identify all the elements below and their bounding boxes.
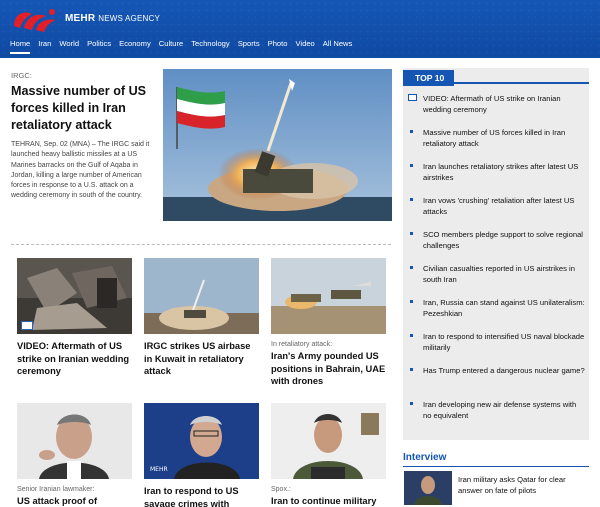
bullet-icon bbox=[410, 266, 413, 269]
news-card[interactable]: Senior Iranian lawmaker: US attack proof… bbox=[17, 403, 132, 507]
bullet-icon bbox=[410, 232, 413, 235]
card-thumbnail[interactable] bbox=[271, 403, 386, 479]
card-title[interactable]: Iran to respond to US savage crimes with bbox=[144, 485, 259, 507]
section-divider bbox=[11, 244, 391, 245]
news-card[interactable]: MEHR Iran to respond to US savage crimes… bbox=[144, 403, 259, 507]
card-kicker: In retaliatory attack: bbox=[271, 341, 333, 348]
card-kicker: Senior Iranian lawmaker: bbox=[17, 486, 95, 493]
list-item[interactable]: Iran developing new air defense systems … bbox=[407, 399, 585, 433]
mehr-logo-icon[interactable] bbox=[10, 6, 58, 32]
brand-title: MEHR bbox=[65, 13, 96, 24]
card-thumbnail[interactable] bbox=[271, 258, 386, 334]
nav-all-news[interactable]: All News bbox=[323, 39, 353, 54]
card-thumbnail[interactable]: MEHR bbox=[144, 403, 259, 479]
svg-text:MEHR: MEHR bbox=[150, 466, 168, 473]
brand-name[interactable]: MEHR NEWS AGENCY bbox=[65, 13, 160, 24]
list-item-label[interactable]: Iran, Russia can stand against US unilat… bbox=[423, 298, 585, 318]
video-icon bbox=[408, 94, 417, 101]
bullet-icon bbox=[410, 368, 413, 371]
top10-label: TOP 10 bbox=[403, 70, 455, 86]
nav-culture[interactable]: Culture bbox=[159, 39, 183, 54]
nav-video[interactable]: Video bbox=[296, 39, 315, 54]
news-card[interactable]: IRGC strikes US airbase in Kuwait in ret… bbox=[144, 258, 259, 378]
news-card[interactable]: VIDEO: Aftermath of US strike on Iranian… bbox=[17, 258, 132, 378]
lead-kicker: IRGC: bbox=[11, 71, 32, 80]
nav-technology[interactable]: Technology bbox=[191, 39, 229, 54]
card-thumbnail[interactable] bbox=[17, 403, 132, 479]
site-header: MEHR NEWS AGENCY Home Iran World Politic… bbox=[0, 0, 600, 58]
list-item-label[interactable]: SCO members pledge support to solve regi… bbox=[423, 230, 583, 250]
list-item-label[interactable]: Iran launches retaliatory strikes after … bbox=[423, 162, 578, 182]
list-item[interactable]: Massive number of US forces killed in Ir… bbox=[407, 127, 585, 161]
list-item[interactable]: SCO members pledge support to solve regi… bbox=[407, 229, 585, 263]
card-kicker: Spox.: bbox=[271, 486, 291, 493]
list-item[interactable]: Civilian casualties reported in US airst… bbox=[407, 263, 585, 297]
list-item[interactable]: Iran launches retaliatory strikes after … bbox=[407, 161, 585, 195]
card-title[interactable]: Iran to continue military bbox=[271, 495, 386, 507]
list-item[interactable]: Iran vows 'crushing' retaliation after l… bbox=[407, 195, 585, 229]
bullet-icon bbox=[410, 164, 413, 167]
news-card[interactable]: Spox.: Iran to continue military bbox=[271, 403, 386, 507]
list-item[interactable]: Iran, Russia can stand against US unilat… bbox=[407, 297, 585, 331]
list-item[interactable]: Iran to respond to intensified US naval … bbox=[407, 331, 585, 365]
news-card[interactable]: In retaliatory attack: Iran's Army pound… bbox=[271, 258, 386, 388]
list-item[interactable]: Has Trump entered a dangerous nuclear ga… bbox=[407, 365, 585, 399]
video-icon bbox=[21, 321, 33, 330]
interview-headline[interactable]: Iran military asks Qatar for clear answe… bbox=[458, 474, 590, 496]
top10-list: VIDEO: Aftermath of US strike on Iranian… bbox=[407, 93, 585, 433]
lead-headline[interactable]: Massive number of US forces killed in Ir… bbox=[11, 83, 161, 134]
card-title[interactable]: IRGC strikes US airbase in Kuwait in ret… bbox=[144, 340, 259, 378]
interview-thumbnail[interactable] bbox=[404, 471, 452, 505]
bullet-icon bbox=[410, 334, 413, 337]
card-title[interactable]: US attack proof of bbox=[17, 495, 132, 507]
bullet-icon bbox=[410, 300, 413, 303]
nav-world[interactable]: World bbox=[59, 39, 79, 54]
card-title[interactable]: VIDEO: Aftermath of US strike on Iranian… bbox=[17, 340, 132, 378]
list-item-label[interactable]: Has Trump entered a dangerous nuclear ga… bbox=[423, 366, 585, 375]
nav-photo[interactable]: Photo bbox=[268, 39, 288, 54]
list-item[interactable]: VIDEO: Aftermath of US strike on Iranian… bbox=[407, 93, 585, 127]
nav-sports[interactable]: Sports bbox=[238, 39, 260, 54]
list-item-label[interactable]: Civilian casualties reported in US airst… bbox=[423, 264, 575, 284]
nav-politics[interactable]: Politics bbox=[87, 39, 111, 54]
top10-header: TOP 10 bbox=[403, 68, 589, 86]
nav-economy[interactable]: Economy bbox=[119, 39, 151, 54]
list-item-label[interactable]: Iran vows 'crushing' retaliation after l… bbox=[423, 196, 574, 216]
interview-divider bbox=[403, 466, 589, 467]
card-title[interactable]: Iran's Army pounded US positions in Bahr… bbox=[271, 350, 386, 388]
bullet-icon bbox=[410, 198, 413, 201]
list-item-label[interactable]: VIDEO: Aftermath of US strike on Iranian… bbox=[423, 94, 561, 114]
nav-home[interactable]: Home bbox=[10, 39, 31, 54]
list-item-label[interactable]: Iran developing new air defense systems … bbox=[423, 400, 576, 420]
bullet-icon bbox=[410, 402, 413, 405]
card-thumbnail[interactable] bbox=[17, 258, 132, 334]
lead-summary: TEHRAN, Sep. 02 (MNA) – The IRGC said it… bbox=[11, 141, 150, 200]
interview-heading[interactable]: Interview bbox=[403, 452, 446, 463]
card-thumbnail[interactable] bbox=[144, 258, 259, 334]
main-nav: Home Iran World Politics Economy Culture… bbox=[10, 39, 352, 54]
list-item-label[interactable]: Iran to respond to intensified US naval … bbox=[423, 332, 584, 352]
list-item-label[interactable]: Massive number of US forces killed in Ir… bbox=[423, 128, 565, 148]
lead-image[interactable] bbox=[163, 69, 392, 221]
bullet-icon bbox=[410, 130, 413, 133]
brand-subtitle: NEWS AGENCY bbox=[98, 14, 161, 23]
nav-iran[interactable]: Iran bbox=[38, 39, 51, 54]
